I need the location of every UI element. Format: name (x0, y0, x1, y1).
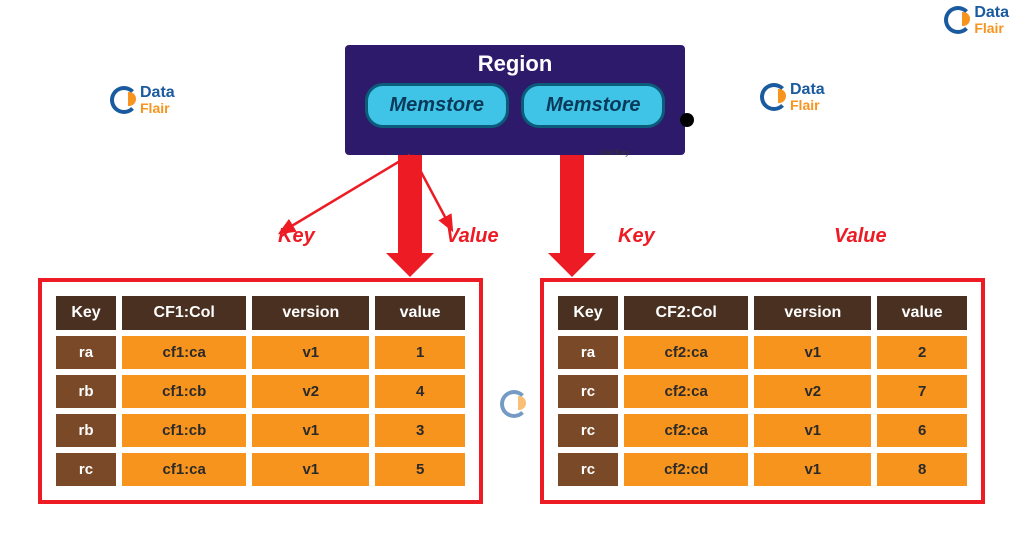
label-value-left: Value (446, 225, 499, 248)
dataflair-logo: DataFlair (944, 5, 1009, 35)
cell-key: rc (558, 375, 618, 408)
cell-data: cf2:ca (624, 375, 748, 408)
cell-key: rb (56, 375, 116, 408)
th-version: version (754, 296, 871, 330)
cell-data: cf2:ca (624, 336, 748, 369)
cell-key: rb (56, 414, 116, 447)
cell-data: 1 (375, 336, 465, 369)
logo-text-top: Data (790, 82, 825, 98)
memstore-right: Memstore (521, 83, 665, 128)
th-value: value (375, 296, 465, 330)
cell-key: rc (56, 453, 116, 486)
dataflair-logo: DataFlair (110, 85, 175, 115)
logo-icon (110, 86, 138, 114)
cell-key: ra (558, 336, 618, 369)
logo-text-bottom: Flair (790, 98, 825, 112)
table-row: rbcf1:cbv24 (56, 375, 465, 408)
logo-icon (500, 390, 528, 418)
cell-data: cf1:ca (122, 453, 246, 486)
logo-text-top: Data (974, 5, 1009, 21)
table-left-container: Key CF1:Col version value racf1:cav11rbc… (38, 278, 483, 504)
th-key: Key (558, 296, 618, 330)
th-cfcol: CF1:Col (122, 296, 246, 330)
table-row: rccf2:cav16 (558, 414, 967, 447)
cell-data: v1 (754, 336, 871, 369)
cell-data: v2 (252, 375, 369, 408)
cell-data: cf1:cb (122, 414, 246, 447)
cell-data: 4 (375, 375, 465, 408)
logo-text-bottom: Flair (974, 21, 1009, 35)
cell-data: 7 (877, 375, 967, 408)
cell-data: cf2:cd (624, 453, 748, 486)
table-row: rccf2:cav27 (558, 375, 967, 408)
cell-data: cf1:ca (122, 336, 246, 369)
cell-data: 8 (877, 453, 967, 486)
cell-data: 3 (375, 414, 465, 447)
table-row: racf2:cav12 (558, 336, 967, 369)
cell-data: 6 (877, 414, 967, 447)
table-right-container: Key CF2:Col version value racf2:cav12rcc… (540, 278, 985, 504)
cell-data: v2 (754, 375, 871, 408)
table-row: racf1:cav11 (56, 336, 465, 369)
table-left: Key CF1:Col version value racf1:cav11rbc… (50, 290, 471, 492)
dataflair-logo-watermark (500, 390, 528, 418)
connector-dot (680, 113, 694, 127)
cell-key: ra (56, 336, 116, 369)
table-row: rccf2:cdv18 (558, 453, 967, 486)
cell-data: v1 (252, 336, 369, 369)
arrow-memstore-to-table-right (560, 155, 584, 255)
logo-text-top: Data (140, 85, 175, 101)
table-row: rbcf1:cbv13 (56, 414, 465, 447)
logo-text-bottom: Flair (140, 101, 175, 115)
dataflair-logo: DataFlair (760, 82, 825, 112)
label-key-right: Key (618, 225, 655, 248)
logo-icon (944, 6, 972, 34)
region-box: Region Memstore Memstore (345, 45, 685, 155)
label-key-left: Key (278, 225, 315, 248)
logo-icon (760, 83, 788, 111)
cell-data: v1 (754, 453, 871, 486)
cell-key: rc (558, 453, 618, 486)
label-value-right: Value (834, 225, 887, 248)
table-right: Key CF2:Col version value racf2:cav12rcc… (552, 290, 973, 492)
region-title: Region (357, 51, 673, 77)
th-version: version (252, 296, 369, 330)
cell-data: v1 (252, 453, 369, 486)
cell-key: rc (558, 414, 618, 447)
memstore-left: Memstore (365, 83, 509, 128)
startkey-label: startKey (600, 148, 629, 157)
cell-data: v1 (754, 414, 871, 447)
cell-data: 5 (375, 453, 465, 486)
th-cfcol: CF2:Col (624, 296, 748, 330)
th-value: value (877, 296, 967, 330)
cell-data: v1 (252, 414, 369, 447)
th-key: Key (56, 296, 116, 330)
table-row: rccf1:cav15 (56, 453, 465, 486)
cell-data: cf1:cb (122, 375, 246, 408)
cell-data: 2 (877, 336, 967, 369)
cell-data: cf2:ca (624, 414, 748, 447)
